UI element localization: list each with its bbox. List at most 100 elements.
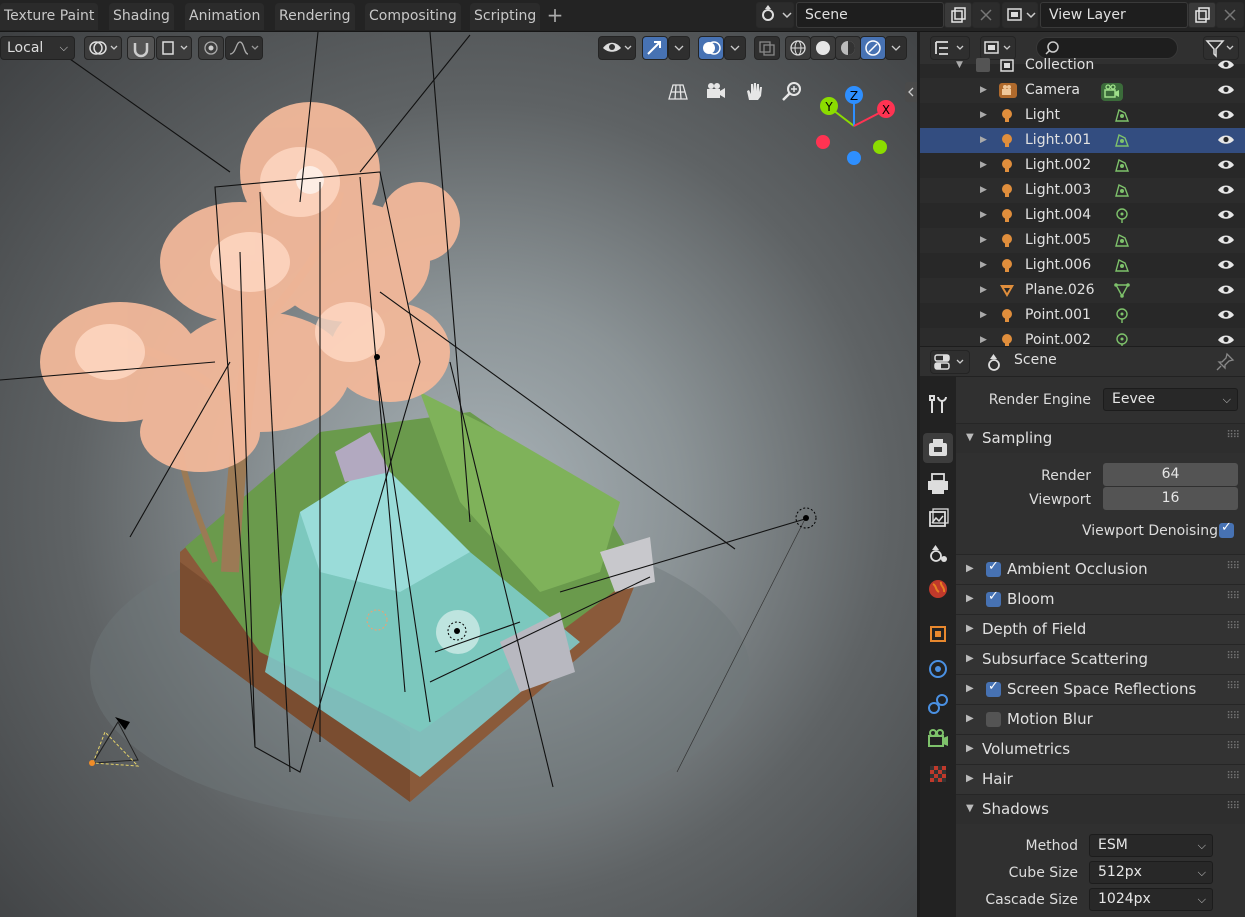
area-data-icon[interactable] [1113, 157, 1131, 174]
expand-arrow-icon[interactable]: ▶ [980, 303, 987, 328]
gizmo-dropdown[interactable] [668, 36, 690, 60]
expand-arrow-icon[interactable]: ▶ [980, 228, 987, 253]
render-engine-dropdown[interactable]: Eevee ⌵ [1103, 388, 1238, 411]
expand-arrow-icon[interactable]: ▶ [980, 178, 987, 203]
view-layer-name-field[interactable]: View Layer [1040, 2, 1188, 28]
tab-physics[interactable] [923, 654, 953, 684]
overlays-dropdown[interactable] [724, 36, 746, 60]
area-data-icon[interactable] [1113, 232, 1131, 249]
outliner-row[interactable]: ▶ Light.002 [920, 153, 1245, 178]
visibility-selectability-dropdown[interactable] [598, 36, 636, 60]
point-data-icon[interactable] [1113, 307, 1131, 324]
3d-viewport[interactable]: Local ⌵ Y Z X [0, 32, 917, 917]
scene-delete-button[interactable] [972, 2, 1000, 28]
drag-grip-icon[interactable]: ⠿⠿ [1226, 771, 1240, 782]
view-layer-browse-button[interactable] [1002, 2, 1038, 28]
area-data-icon[interactable] [1113, 132, 1131, 149]
tab-output[interactable] [923, 469, 953, 499]
shading-wireframe-button[interactable] [785, 36, 811, 60]
view-layer-delete-button[interactable] [1216, 2, 1244, 28]
area-data-icon[interactable] [1113, 107, 1131, 124]
panel-ambient-occlusion[interactable]: ▶ Ambient Occlusion ⠿⠿ [956, 554, 1245, 584]
panel-shadows[interactable]: ▼ Shadows ⠿⠿ [956, 794, 1245, 824]
properties-editor-type-dropdown[interactable] [930, 350, 970, 374]
show-overlays-button[interactable] [698, 36, 724, 60]
panel-motion-blur[interactable]: ▶ Motion Blur ⠿⠿ [956, 704, 1245, 734]
zoom-magnifier-icon[interactable] [780, 80, 804, 104]
shading-dropdown[interactable] [885, 36, 907, 60]
eye-icon[interactable] [1217, 328, 1235, 346]
sampling-viewport-field[interactable]: 16 [1103, 487, 1238, 510]
expand-arrow-icon[interactable]: ▶ [980, 203, 987, 228]
panel-hair[interactable]: ▶ Hair ⠿⠿ [956, 764, 1245, 794]
panel-depth-of-field[interactable]: ▶ Depth of Field ⠿⠿ [956, 614, 1245, 644]
area-data-icon[interactable] [1113, 182, 1131, 199]
sidebar-toggle-tab[interactable] [905, 82, 917, 102]
xray-toggle-button[interactable] [754, 36, 780, 60]
expand-arrow-icon[interactable]: ▼ [956, 53, 963, 78]
drag-grip-icon[interactable]: ⠿⠿ [1226, 621, 1240, 632]
expand-arrow-icon[interactable]: ▶ [980, 253, 987, 278]
show-gizmo-button[interactable] [642, 36, 668, 60]
sampling-render-field[interactable]: 64 [1103, 463, 1238, 486]
viewport-denoising-checkbox[interactable] [1219, 520, 1234, 538]
outliner-row[interactable]: ▶ Light.003 [920, 178, 1245, 203]
proportional-falloff-dropdown[interactable] [225, 36, 263, 60]
snap-toggle-button[interactable] [127, 36, 155, 60]
expand-arrow-icon[interactable]: ▶ [980, 78, 987, 103]
navigation-gizmo[interactable]: Y Z X [805, 82, 905, 172]
outliner-row[interactable]: ▶ Camera [920, 78, 1245, 103]
drag-grip-icon[interactable]: ⠿⠿ [1226, 801, 1240, 812]
tab-render[interactable] [923, 433, 953, 463]
mesh-data-icon[interactable] [1113, 282, 1131, 299]
outliner-row[interactable]: ▶ Light [920, 103, 1245, 128]
drag-grip-icon[interactable]: ⠿⠿ [1226, 681, 1240, 692]
toggle-ortho-grid-icon[interactable] [666, 80, 690, 104]
shading-material-button[interactable] [835, 36, 861, 60]
expand-arrow-icon[interactable]: ▶ [980, 153, 987, 178]
tab-scripting[interactable]: Scripting [470, 3, 541, 30]
pan-hand-icon[interactable] [742, 80, 766, 104]
outliner-row[interactable]: ▶ Light.004 [920, 203, 1245, 228]
panel-subsurface-scattering[interactable]: ▶ Subsurface Scattering ⠿⠿ [956, 644, 1245, 674]
scene-browse-button[interactable] [756, 2, 794, 28]
outliner-row[interactable]: ▶ Plane.026 [920, 278, 1245, 303]
expand-arrow-icon[interactable]: ▶ [980, 278, 987, 303]
panel-sampling[interactable]: ▼ Sampling ⠿⠿ [956, 423, 1245, 453]
scene-copy-button[interactable] [944, 2, 972, 28]
outliner-row[interactable]: ▶ Point.002 [920, 328, 1245, 346]
camera-data-icon[interactable] [1100, 82, 1123, 101]
shadow-method-dropdown[interactable]: ESM ⌵ [1089, 834, 1213, 857]
tab-world[interactable] [923, 574, 953, 604]
outliner-row[interactable]: ▶ Light.006 [920, 253, 1245, 278]
shading-solid-button[interactable] [810, 36, 836, 60]
tab-scene[interactable] [923, 539, 953, 569]
point-data-icon[interactable] [1113, 207, 1131, 224]
area-data-icon[interactable] [1113, 257, 1131, 274]
panel-enable-checkbox[interactable] [986, 559, 1001, 577]
cascade-size-dropdown[interactable]: 1024px ⌵ [1089, 888, 1213, 911]
tab-rendering[interactable]: Rendering [275, 3, 355, 30]
drag-grip-icon[interactable]: ⠿⠿ [1226, 741, 1240, 752]
shading-rendered-button[interactable] [860, 36, 886, 60]
tab-constraints[interactable] [923, 689, 953, 719]
panel-enable-checkbox[interactable] [986, 712, 1001, 727]
camera-view-icon[interactable] [704, 80, 728, 104]
expand-arrow-icon[interactable]: ▶ [980, 128, 987, 153]
tab-shading[interactable]: Shading [109, 3, 174, 30]
cube-size-dropdown[interactable]: 512px ⌵ [1089, 861, 1213, 884]
proportional-edit-button[interactable] [198, 36, 224, 60]
tab-texture-paint[interactable]: Texture Paint [0, 3, 99, 30]
outliner-row[interactable]: ▶ Light.001 [920, 128, 1245, 153]
drag-grip-icon[interactable]: ⠿⠿ [1226, 430, 1240, 441]
transform-orientation-dropdown[interactable]: Local ⌵ [0, 36, 75, 60]
drag-grip-icon[interactable]: ⠿⠿ [1226, 591, 1240, 602]
point-data-icon[interactable] [1113, 332, 1131, 346]
snap-target-dropdown[interactable] [156, 36, 192, 60]
expand-arrow-icon[interactable]: ▶ [980, 328, 987, 346]
outliner-row[interactable]: ▶ Light.005 [920, 228, 1245, 253]
view-layer-copy-button[interactable] [1188, 2, 1216, 28]
expand-arrow-icon[interactable]: ▶ [980, 103, 987, 128]
outliner-row[interactable]: ▼ Collection [920, 53, 1245, 78]
tab-compositing[interactable]: Compositing [365, 3, 461, 30]
